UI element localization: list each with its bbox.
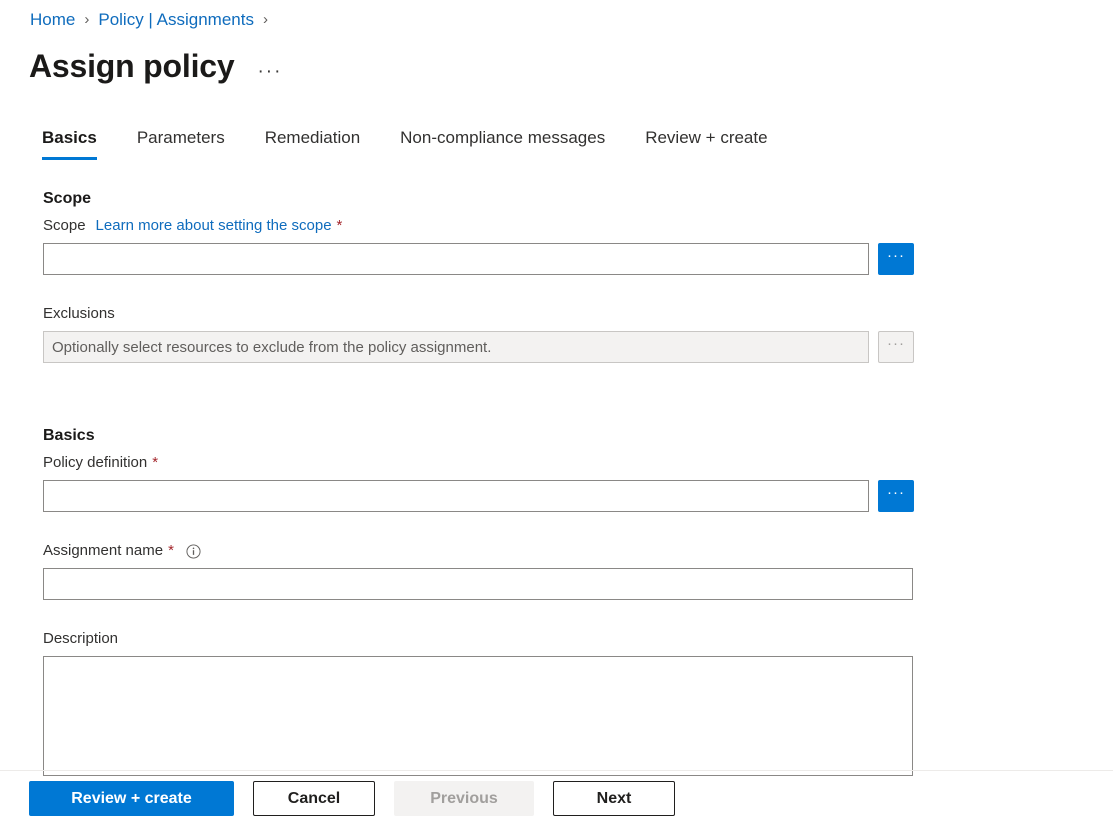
scope-learn-more-link[interactable]: Learn more about setting the scope (96, 215, 332, 237)
scope-input[interactable] (43, 243, 869, 275)
breadcrumb-item-home[interactable]: Home (30, 8, 75, 32)
policy-definition-field-label: Policy definition * (43, 452, 1043, 474)
assignment-name-field-label: Assignment name * (43, 540, 1043, 562)
tab-review-create-label: Review + create (645, 128, 767, 147)
tab-review-create[interactable]: Review + create (645, 127, 767, 160)
exclusions-field-label: Exclusions (43, 303, 1043, 325)
review-create-button[interactable]: Review + create (29, 781, 234, 816)
tab-basics[interactable]: Basics (42, 127, 97, 160)
scope-field-label: Scope Learn more about setting the scope… (43, 215, 1043, 237)
tab-parameters-label: Parameters (137, 128, 225, 147)
breadcrumb-separator-icon: › (84, 8, 89, 32)
assignment-name-input[interactable] (43, 568, 913, 600)
breadcrumb-item-policy-assignments[interactable]: Policy | Assignments (98, 8, 254, 32)
assign-policy-form: Scope Scope Learn more about setting the… (43, 188, 1043, 776)
description-input-row (43, 656, 1043, 776)
page-header: Assign policy ··· (29, 46, 282, 86)
exclusions-input-row: ··· (43, 331, 1043, 363)
exclusions-browse-button[interactable]: ··· (878, 331, 914, 363)
tab-parameters[interactable]: Parameters (137, 127, 225, 160)
more-options-icon[interactable]: ··· (257, 67, 282, 77)
tab-non-compliance-messages-label: Non-compliance messages (400, 128, 605, 147)
section-heading-scope: Scope (43, 188, 1043, 210)
page-title: Assign policy (29, 46, 234, 86)
footer-divider (0, 770, 1113, 771)
assignment-name-label-text: Assignment name (43, 540, 163, 562)
tab-non-compliance-messages[interactable]: Non-compliance messages (400, 127, 605, 160)
footer-actions: Review + create Cancel Previous Next (29, 781, 694, 816)
description-label-text: Description (43, 628, 118, 650)
scope-required-marker: * (337, 215, 343, 237)
description-textarea[interactable] (43, 656, 913, 776)
cancel-button[interactable]: Cancel (253, 781, 375, 816)
policy-definition-browse-button[interactable]: ··· (878, 480, 914, 512)
breadcrumb-separator-icon-2: › (263, 8, 268, 32)
tab-remediation-label: Remediation (265, 128, 360, 147)
tab-remediation[interactable]: Remediation (265, 127, 360, 160)
policy-definition-required-marker: * (152, 452, 158, 474)
exclusions-label-text: Exclusions (43, 303, 115, 325)
previous-button[interactable]: Previous (394, 781, 534, 816)
tab-bar: Basics Parameters Remediation Non-compli… (42, 127, 768, 165)
exclusions-input[interactable] (43, 331, 869, 363)
next-button[interactable]: Next (553, 781, 675, 816)
policy-definition-label-text: Policy definition (43, 452, 147, 474)
scope-browse-button[interactable]: ··· (878, 243, 914, 275)
policy-definition-input-row: ··· (43, 480, 1043, 512)
section-heading-basics: Basics (43, 425, 1043, 447)
description-field-label: Description (43, 628, 1043, 650)
policy-definition-input[interactable] (43, 480, 869, 512)
assignment-name-input-row (43, 568, 1043, 600)
tab-basics-label: Basics (42, 128, 97, 147)
scope-input-row: ··· (43, 243, 1043, 275)
scope-label-text: Scope (43, 215, 86, 237)
assignment-name-required-marker: * (168, 540, 174, 562)
info-icon[interactable] (186, 544, 201, 559)
breadcrumb: Home › Policy | Assignments › (30, 8, 277, 32)
